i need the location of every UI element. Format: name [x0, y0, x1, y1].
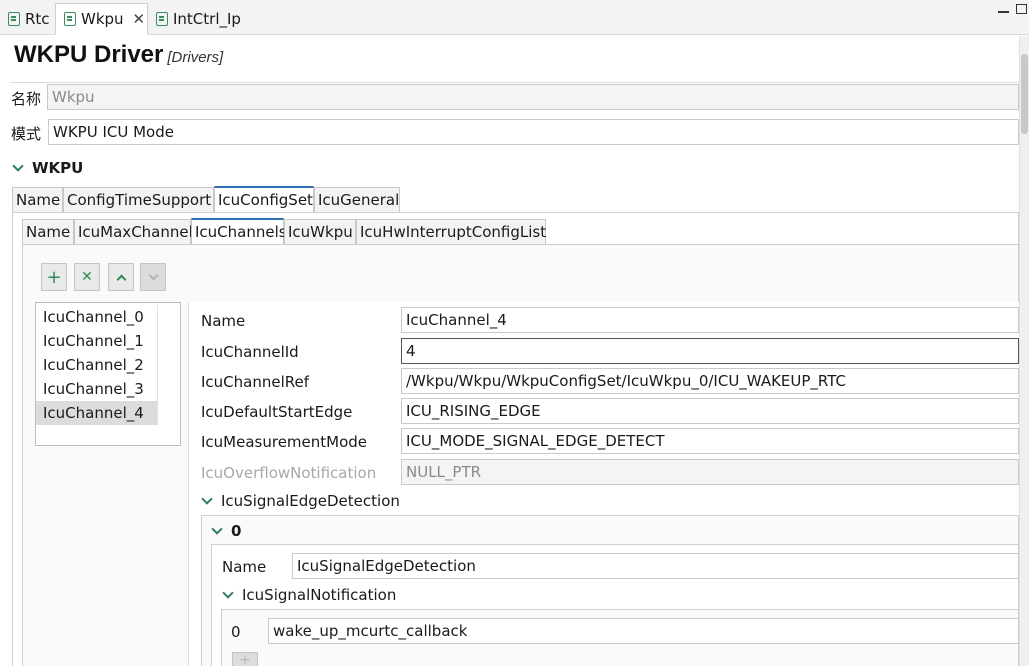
tab-icu-max-channel[interactable]: IcuMaxChannel [74, 219, 193, 245]
plus-icon: + [46, 266, 62, 288]
channel-id-label: IcuChannelId [201, 343, 299, 361]
signal-notification-header[interactable]: IcuSignalNotification [222, 586, 397, 604]
notification-index-label: 0 [231, 623, 241, 641]
tab-config-time-support[interactable]: ConfigTimeSupport [63, 187, 214, 213]
channel-ref-label: IcuChannelRef [201, 373, 310, 391]
tab-intctrl-ip[interactable]: IntCtrl_Ip [148, 3, 248, 35]
tab-wkpu-label: Wkpu [81, 10, 124, 28]
tab-icu-channels[interactable]: IcuChannels [191, 218, 287, 245]
add-notification-button[interactable]: + [232, 652, 258, 668]
default-start-edge-select[interactable]: ICU_RISING_EDGE [401, 398, 1019, 424]
remove-button[interactable]: ✕ [74, 263, 100, 291]
chevron-down-icon [12, 159, 24, 172]
chevron-up-icon [116, 274, 126, 284]
signal-edge-detection-header[interactable]: IcuSignalEdgeDetection [201, 492, 400, 510]
config-file-icon [156, 12, 168, 26]
signal-edge-detection-title: IcuSignalEdgeDetection [221, 492, 400, 510]
list-item[interactable]: IcuChannel_4 [36, 401, 158, 425]
tab-icu-general[interactable]: IcuGeneral [314, 187, 400, 213]
mode-field[interactable]: WKPU ICU Mode [48, 119, 1019, 145]
tab-icu-hw-interrupt-config-list[interactable]: IcuHwInterruptConfigList [356, 219, 546, 245]
tab-rtc[interactable]: Rtc [0, 3, 55, 35]
tab-icu-wkpu[interactable]: IcuWkpu [284, 219, 356, 245]
page-title: WKPU Driver [Drivers] [14, 41, 223, 69]
tab-intctrl-ip-label: IntCtrl_Ip [173, 10, 241, 28]
close-icon: ✕ [81, 269, 93, 285]
channel-name-label: Name [201, 312, 246, 330]
overflow-notification-label: IcuOverflowNotification [201, 464, 377, 482]
channel-ref-field[interactable]: /Wkpu/Wkpu/WkpuConfigSet/IcuWkpu_0/ICU_W… [401, 368, 1019, 394]
notification-callback-field[interactable]: wake_up_mcurtc_callback [268, 618, 1019, 644]
divider [10, 82, 1019, 83]
chevron-down-icon [211, 522, 223, 535]
chevron-down-icon [201, 492, 213, 505]
overflow-notification-field: NULL_PTR [401, 459, 1019, 485]
maximize-icon[interactable] [1016, 4, 1027, 14]
tab-inner-name[interactable]: Name [22, 219, 74, 245]
edge-name-label: Name [222, 558, 267, 576]
name-field[interactable]: Wkpu [47, 84, 1019, 110]
list-item[interactable]: IcuChannel_1 [36, 329, 158, 353]
vertical-scrollbar[interactable] [1019, 36, 1029, 666]
add-button[interactable]: + [41, 263, 67, 291]
tab-wkpu[interactable]: Wkpu ✕ [55, 3, 148, 35]
plus-icon: + [239, 652, 251, 668]
channel-id-field[interactable]: 4 [401, 338, 1019, 364]
edge-detection-index: 0 [231, 522, 242, 540]
default-start-edge-label: IcuDefaultStartEdge [201, 403, 353, 421]
signal-notification-title: IcuSignalNotification [242, 586, 397, 604]
tab-name[interactable]: Name [12, 187, 63, 213]
move-up-button[interactable] [108, 263, 134, 291]
channel-list[interactable]: IcuChannel_0 IcuChannel_1 IcuChannel_2 I… [35, 302, 181, 446]
mode-label: 模式 [11, 125, 42, 143]
config-file-icon [8, 12, 20, 26]
chevron-down-icon [222, 586, 234, 599]
measurement-mode-select[interactable]: ICU_MODE_SIGNAL_EDGE_DETECT [401, 428, 1019, 454]
name-label: 名称 [11, 90, 42, 108]
scrollbar-thumb[interactable] [1021, 54, 1028, 134]
editor-tab-bar: Rtc Wkpu ✕ IntCtrl_Ip [0, 0, 1029, 35]
config-file-icon [64, 12, 76, 26]
page-title-text: WKPU Driver [14, 41, 164, 68]
tab-rtc-label: Rtc [25, 10, 50, 28]
inner-tab-bar: Name IcuMaxChannel IcuChannels IcuWkpu I… [22, 218, 1019, 245]
move-down-button[interactable] [140, 263, 166, 291]
edge-name-field[interactable]: IcuSignalEdgeDetection [292, 553, 1019, 579]
list-item[interactable]: IcuChannel_3 [36, 377, 158, 401]
channel-name-field[interactable]: IcuChannel_4 [401, 307, 1019, 333]
wkpu-section-header[interactable]: WKPU [12, 159, 84, 177]
outer-tab-bar: Name ConfigTimeSupport IcuConfigSet IcuG… [12, 186, 1019, 213]
close-icon[interactable]: ✕ [133, 10, 146, 28]
minimize-icon[interactable] [998, 10, 1009, 13]
chevron-down-icon [148, 270, 158, 280]
page-subtitle: [Drivers] [167, 49, 224, 66]
tab-icu-config-set[interactable]: IcuConfigSet [214, 186, 314, 213]
list-item[interactable]: IcuChannel_2 [36, 353, 158, 377]
measurement-mode-label: IcuMeasurementMode [201, 433, 368, 451]
list-item[interactable]: IcuChannel_0 [36, 305, 158, 329]
edge-detection-item-header[interactable]: 0 [211, 522, 242, 540]
wkpu-section-title: WKPU [32, 159, 84, 177]
